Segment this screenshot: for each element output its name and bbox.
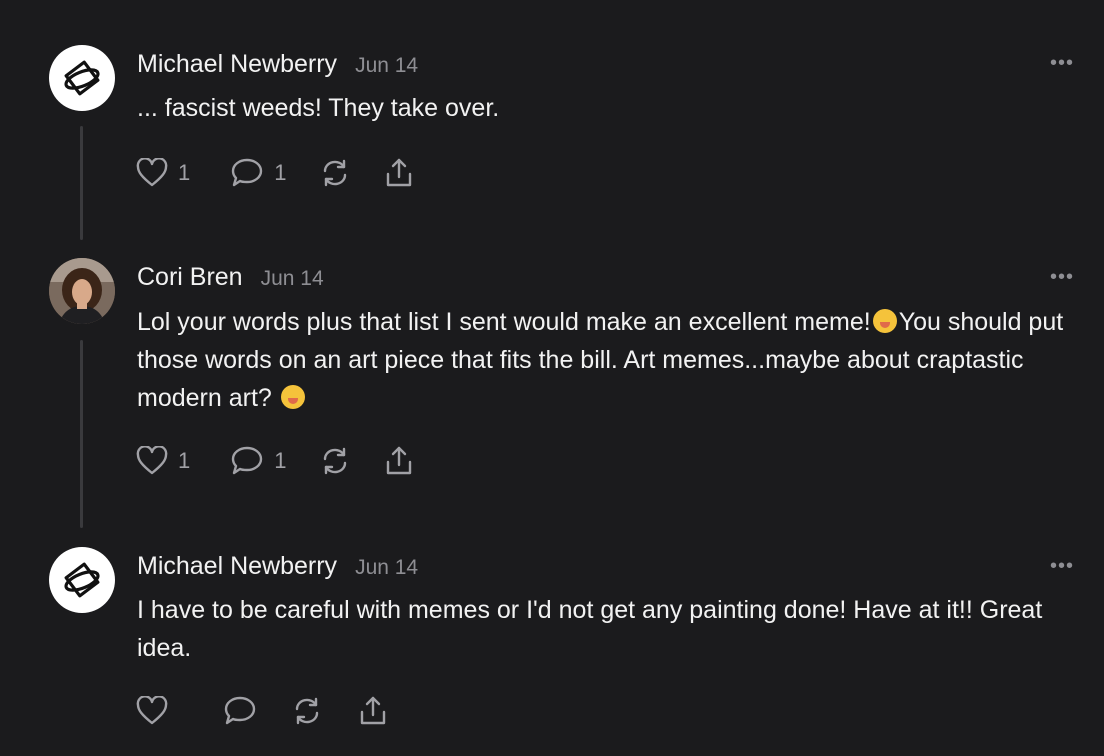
comment-body: ... fascist weeds! They take over. [137, 94, 500, 122]
avatar[interactable] [49, 547, 115, 613]
share-icon [360, 696, 386, 725]
share-icon [386, 446, 411, 475]
share-button[interactable] [383, 157, 415, 189]
zany-face-emoji [872, 309, 897, 333]
thread-line [80, 340, 83, 528]
comment-icon [232, 158, 263, 187]
author-name[interactable]: Michael Newberry [137, 552, 337, 581]
heart-icon [136, 158, 168, 187]
share-icon [386, 158, 411, 187]
comment-text: Lol your words plus that list I sent wou… [137, 308, 871, 336]
comment-icon [224, 696, 256, 725]
comment-body: Lol your words plus that list I sent wou… [137, 303, 1087, 417]
avatar[interactable] [49, 45, 115, 111]
like-button[interactable]: 1 [136, 446, 190, 476]
logo-icon [64, 562, 100, 598]
comment-header: Michael Newberry Jun 14 [137, 50, 418, 79]
reply-count: 1 [274, 160, 287, 185]
thread-line [80, 126, 83, 240]
restack-button[interactable] [319, 157, 351, 189]
more-options-button[interactable]: ••• [1050, 53, 1074, 73]
comment-date[interactable]: Jun 14 [355, 54, 418, 78]
more-options-button[interactable]: ••• [1050, 267, 1074, 287]
comment-header: Michael Newberry Jun 14 [137, 552, 418, 581]
avatar[interactable] [49, 258, 115, 324]
share-button[interactable] [383, 445, 415, 477]
reply-button[interactable]: 1 [230, 445, 287, 477]
profile-photo [49, 258, 115, 324]
reply-count: 1 [274, 448, 287, 473]
comment-actions: 1 1 [136, 444, 415, 478]
restack-icon [295, 697, 319, 725]
restack-button[interactable] [291, 695, 323, 727]
logo-icon [64, 60, 100, 96]
author-name[interactable]: Cori Bren [137, 263, 243, 292]
like-button[interactable]: 1 [136, 158, 190, 188]
more-options-button[interactable]: ••• [1050, 556, 1074, 576]
reply-button[interactable]: 1 [230, 157, 287, 189]
author-name[interactable]: Michael Newberry [137, 50, 337, 79]
comment-actions [136, 694, 389, 728]
comment-actions: 1 1 [136, 156, 415, 190]
share-button[interactable] [357, 695, 389, 727]
comment-header: Cori Bren Jun 14 [137, 263, 324, 292]
restack-icon [323, 159, 346, 187]
heart-icon [136, 446, 168, 475]
heart-icon [136, 696, 168, 725]
comment-icon [232, 446, 263, 475]
comment-date[interactable]: Jun 14 [261, 267, 324, 291]
comment-date[interactable]: Jun 14 [355, 556, 418, 580]
comment-thread: Michael Newberry Jun 14 ••• ... fascist … [0, 0, 1104, 756]
comment-body: I have to be careful with memes or I'd n… [137, 596, 1043, 662]
restack-icon [323, 447, 346, 475]
like-count: 1 [178, 448, 191, 473]
like-button[interactable] [136, 696, 168, 726]
reply-button[interactable] [223, 695, 257, 727]
face-with-hand-over-mouth-emoji [280, 385, 305, 409]
like-count: 1 [178, 160, 191, 185]
restack-button[interactable] [319, 445, 351, 477]
